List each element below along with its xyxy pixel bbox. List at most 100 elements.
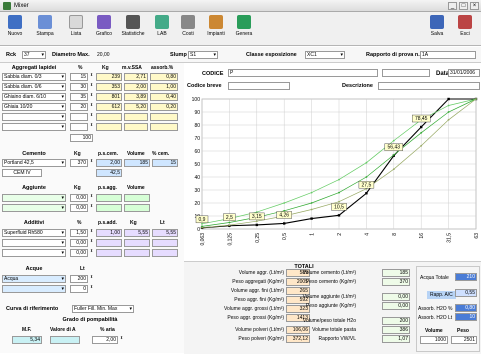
- rck-select[interactable]: 37: [22, 51, 46, 59]
- additivo-pct[interactable]: 1,50: [70, 229, 88, 237]
- aggregato-mv[interactable]: [124, 113, 148, 121]
- aggregato-ass[interactable]: 1,00: [150, 83, 178, 91]
- statistiche-button[interactable]: Statistiche: [119, 15, 147, 45]
- cemento-pct[interactable]: 15: [152, 159, 178, 167]
- aggregato-pct[interactable]: [70, 113, 88, 121]
- codice-extra-field[interactable]: [382, 69, 430, 77]
- additivo-kg[interactable]: 5,55: [124, 229, 150, 237]
- aggiunta-kg[interactable]: 0,00: [70, 194, 88, 202]
- aggregato-kg[interactable]: 612: [96, 103, 122, 111]
- impianti-button[interactable]: Impianti: [202, 15, 230, 45]
- aggiunta-vol[interactable]: [124, 204, 150, 212]
- aggregato-kg[interactable]: [96, 123, 122, 131]
- aggregato-pct[interactable]: 30: [70, 83, 88, 91]
- minimize-button[interactable]: _: [448, 2, 457, 10]
- close-button[interactable]: ×: [470, 2, 479, 10]
- aggregato-select[interactable]: [2, 113, 66, 121]
- aggregato-mv[interactable]: 2,71: [124, 73, 148, 81]
- data-field[interactable]: 31/01/2006: [448, 69, 480, 77]
- maximize-button[interactable]: □: [459, 2, 468, 10]
- nuovo-button[interactable]: Nuovo: [3, 15, 27, 45]
- descrizione-field[interactable]: [378, 82, 480, 90]
- aggiunta-ps[interactable]: [96, 204, 122, 212]
- additivo-kg[interactable]: [124, 239, 150, 247]
- aggregato-kg[interactable]: 239: [96, 73, 122, 81]
- slump-select[interactable]: S1: [188, 51, 218, 59]
- spinner-icon[interactable]: ⬍: [89, 83, 94, 91]
- classe-select[interactable]: XC1: [305, 51, 345, 59]
- acqua-select[interactable]: [2, 285, 66, 293]
- additivo-lt[interactable]: [152, 249, 178, 257]
- cemento-kg[interactable]: 370: [70, 159, 88, 167]
- rapporto-field[interactable]: 1A: [420, 51, 476, 59]
- aggiunta-select[interactable]: [2, 204, 66, 212]
- aggiunta-ps[interactable]: [96, 194, 122, 202]
- cemento-type[interactable]: CEM IV: [2, 169, 42, 177]
- aggregato-mv[interactable]: 5,20: [124, 103, 148, 111]
- aggregato-select[interactable]: Sabbia diam. 0/3: [2, 73, 66, 81]
- acqua-lt[interactable]: 0: [70, 285, 88, 293]
- aggiunta-vol[interactable]: [124, 194, 150, 202]
- lab-button[interactable]: LAB: [150, 15, 174, 45]
- acqua-select[interactable]: Acqua: [2, 275, 66, 283]
- spinner-icon[interactable]: ⬍: [89, 249, 94, 257]
- aggregato-select[interactable]: [2, 123, 66, 131]
- additivo-lt[interactable]: 5,55: [152, 229, 178, 237]
- aria-value[interactable]: 2,00: [92, 336, 118, 344]
- curva-select[interactable]: Fuller Fill. Min. Max: [72, 305, 134, 313]
- spinner-icon[interactable]: ⬍: [89, 275, 94, 283]
- additivo-pct[interactable]: 0,00: [70, 239, 88, 247]
- stampa-button[interactable]: Stampa: [33, 15, 57, 45]
- additivo-kg[interactable]: [124, 249, 150, 257]
- spinner-icon[interactable]: ⬍: [89, 123, 94, 131]
- spinner-icon[interactable]: ⬍: [89, 159, 94, 167]
- spinner-icon[interactable]: ⬍: [89, 194, 94, 202]
- spinner-icon[interactable]: ⬍: [89, 229, 94, 237]
- grafico-button[interactable]: Grafico: [92, 15, 116, 45]
- aggregato-mv[interactable]: 3,89: [124, 93, 148, 101]
- additivo-ps[interactable]: [96, 239, 122, 247]
- aggregato-ass[interactable]: [150, 123, 178, 131]
- spinner-icon[interactable]: ⬍: [89, 93, 94, 101]
- spinner-icon[interactable]: ⬍: [89, 73, 94, 81]
- aggregato-kg[interactable]: 353: [96, 83, 122, 91]
- aggregato-ass[interactable]: 0,80: [150, 73, 178, 81]
- aggregato-ass[interactable]: 0,40: [150, 93, 178, 101]
- additivo-select[interactable]: [2, 249, 66, 257]
- lista-button[interactable]: Lista: [64, 15, 88, 45]
- additivo-pct[interactable]: 0,00: [70, 249, 88, 257]
- aggregato-ass[interactable]: 0,20: [150, 103, 178, 111]
- salva-button[interactable]: Salva: [425, 15, 449, 45]
- aggiunta-select[interactable]: [2, 194, 66, 202]
- cemento-ps[interactable]: 2,00: [96, 159, 122, 167]
- spinner-icon[interactable]: ⬍: [89, 113, 94, 121]
- aggregato-pct[interactable]: [70, 123, 88, 131]
- aggregato-pct[interactable]: 15: [70, 73, 88, 81]
- additivo-select[interactable]: Superfluid Rh580: [2, 229, 66, 237]
- cemento-select[interactable]: Portland 42,5: [2, 159, 66, 167]
- aggregato-kg[interactable]: 801: [96, 93, 122, 101]
- additivo-select[interactable]: [2, 239, 66, 247]
- additivo-lt[interactable]: [152, 239, 178, 247]
- costi-button[interactable]: Costi: [176, 15, 200, 45]
- acqua-lt[interactable]: 200: [70, 275, 88, 283]
- aggregato-select[interactable]: Sabbia diam. 0/6: [2, 83, 66, 91]
- aggregato-select[interactable]: Ghiaino diam. 6/10: [2, 93, 66, 101]
- aggregato-ass[interactable]: [150, 113, 178, 121]
- aggregato-pct[interactable]: 20: [70, 103, 88, 111]
- aggregato-mv[interactable]: 2,00: [124, 83, 148, 91]
- aggregato-mv[interactable]: [124, 123, 148, 131]
- aggiunta-kg[interactable]: 0,00: [70, 204, 88, 212]
- cemento-class[interactable]: 42,5: [96, 169, 122, 177]
- aggregato-kg[interactable]: [96, 113, 122, 121]
- codice-field[interactable]: P: [228, 69, 378, 77]
- spinner-icon[interactable]: ⬍: [89, 285, 94, 293]
- esci-button[interactable]: Esci: [453, 15, 477, 45]
- genera-button[interactable]: Genera: [232, 15, 256, 45]
- additivo-ps[interactable]: [96, 249, 122, 257]
- spinner-icon[interactable]: ⬍: [119, 336, 124, 344]
- codice-breve-field[interactable]: [228, 82, 290, 90]
- additivo-ps[interactable]: 1,00: [96, 229, 122, 237]
- spinner-icon[interactable]: ⬍: [89, 239, 94, 247]
- cemento-vol[interactable]: 185: [124, 159, 150, 167]
